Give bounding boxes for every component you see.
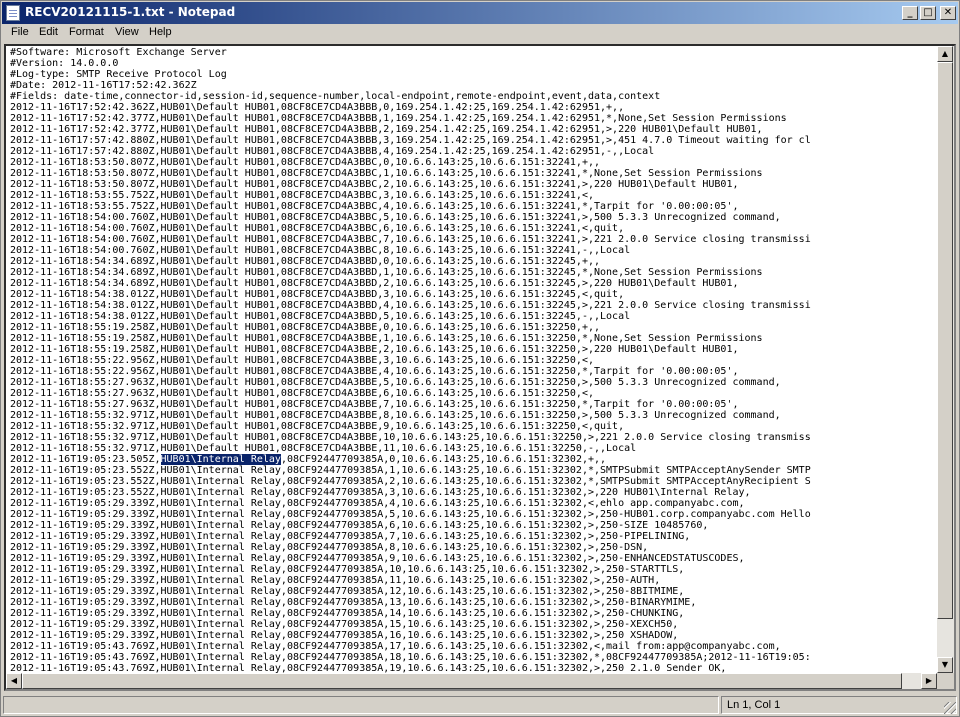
text-line: 2012-11-16T18:53:55.752Z,HUB01\Default H…: [10, 190, 594, 201]
text-line: 2012-11-16T18:55:27.963Z,HUB01\Default H…: [10, 388, 594, 399]
text-line: 2012-11-16T18:54:00.760Z,HUB01\Default H…: [10, 223, 625, 234]
notepad-icon[interactable]: [6, 5, 20, 21]
menu-edit[interactable]: Edit: [39, 26, 58, 38]
text-line: 2012-11-16T18:53:50.807Z,HUB01\Default H…: [10, 179, 739, 190]
text-line: 2012-11-16T18:55:19.258Z,HUB01\Default H…: [10, 344, 739, 355]
text-line: 2012-11-16T18:55:27.963Z,HUB01\Default H…: [10, 377, 781, 388]
menu-file[interactable]: File: [11, 26, 29, 38]
text-line: 2012-11-16T18:55:22.956Z,HUB01\Default H…: [10, 355, 594, 366]
text-line: 2012-11-16T19:05:29.339Z,HUB01\Internal …: [10, 619, 679, 630]
text-line: 2012-11-16T19:05:29.339Z,HUB01\Internal …: [10, 608, 685, 619]
text-line: 2012-11-16T19:05:23.505Z,HUB01\Internal …: [10, 454, 607, 465]
text-line: 2012-11-16T18:55:32.971Z,HUB01\Default H…: [10, 410, 781, 421]
scroll-right-arrow-icon[interactable]: ▶: [921, 673, 937, 689]
horizontal-scroll-thumb[interactable]: [22, 673, 902, 689]
menu-view[interactable]: View: [115, 26, 139, 38]
text-line: 2012-11-16T19:05:29.339Z,HUB01\Internal …: [10, 531, 691, 542]
editor-content[interactable]: #Software: Microsoft Exchange Server #Ver…: [10, 47, 811, 674]
vertical-scroll-thumb[interactable]: [937, 62, 953, 619]
text-line: #Log-type: SMTP Receive Protocol Log: [10, 69, 227, 80]
text-line: 2012-11-16T19:05:29.339Z,HUB01\Internal …: [10, 630, 679, 641]
text-line: 2012-11-16T19:05:23.552Z,HUB01\Internal …: [10, 476, 811, 487]
text-line: #Fields: date-time,connector-id,session-…: [10, 91, 661, 102]
text-line: 2012-11-16T19:05:29.339Z,HUB01\Internal …: [10, 553, 745, 564]
text-line: 2012-11-16T17:52:42.362Z,HUB01\Default H…: [10, 102, 625, 113]
resize-grip-icon[interactable]: [944, 702, 956, 714]
scrollbar-corner: [937, 673, 954, 689]
text-line: 2012-11-16T19:05:29.339Z,HUB01\Internal …: [10, 586, 685, 597]
text-line: 2012-11-16T18:53:50.807Z,HUB01\Default H…: [10, 157, 601, 168]
text-line: 2012-11-16T18:54:34.689Z,HUB01\Default H…: [10, 256, 601, 267]
scroll-left-arrow-icon[interactable]: ◀: [6, 673, 22, 689]
text-line: 2012-11-16T18:53:55.752Z,HUB01\Default H…: [10, 201, 739, 212]
text-line: 2012-11-16T18:53:50.807Z,HUB01\Default H…: [10, 168, 763, 179]
title-bar[interactable]: RECV20121115-1.txt - Notepad _ □ ✕: [2, 2, 958, 24]
horizontal-scrollbar[interactable]: ◀ ▶: [6, 673, 937, 689]
text-line: 2012-11-16T19:05:29.339Z,HUB01\Internal …: [10, 520, 709, 531]
scroll-down-arrow-icon[interactable]: ▼: [937, 657, 953, 673]
text-line: 2012-11-16T18:54:34.689Z,HUB01\Default H…: [10, 267, 763, 278]
text-line: 2012-11-16T19:05:29.339Z,HUB01\Internal …: [10, 498, 745, 509]
menu-format[interactable]: Format: [69, 26, 104, 38]
menu-help[interactable]: Help: [149, 26, 172, 38]
text-line: 2012-11-16T19:05:23.552Z,HUB01\Internal …: [10, 465, 811, 476]
text-line: 2012-11-16T17:57:42.880Z,HUB01\Default H…: [10, 135, 811, 146]
text-line: 2012-11-16T18:55:32.971Z,HUB01\Default H…: [10, 443, 637, 454]
minimize-button[interactable]: _: [902, 6, 918, 20]
text-line: 2012-11-16T17:57:42.880Z,HUB01\Default H…: [10, 146, 655, 157]
close-button[interactable]: ✕: [940, 6, 956, 20]
text-line: #Software: Microsoft Exchange Server: [10, 47, 227, 58]
selected-text: HUB01\Internal Relay: [160, 454, 281, 465]
text-line: 2012-11-16T18:55:27.963Z,HUB01\Default H…: [10, 399, 739, 410]
text-line: 2012-11-16T18:54:38.012Z,HUB01\Default H…: [10, 311, 631, 322]
text-line: 2012-11-16T18:55:19.258Z,HUB01\Default H…: [10, 322, 601, 333]
text-line: 2012-11-16T18:54:00.760Z,HUB01\Default H…: [10, 212, 781, 223]
status-bar: Ln 1, Col 1: [2, 693, 958, 716]
text-line: 2012-11-16T18:54:38.012Z,HUB01\Default H…: [10, 289, 625, 300]
text-editor[interactable]: #Software: Microsoft Exchange Server #Ver…: [4, 44, 956, 691]
text-line: 2012-11-16T17:52:42.377Z,HUB01\Default H…: [10, 124, 763, 135]
text-line: 2012-11-16T19:05:29.339Z,HUB01\Internal …: [10, 564, 685, 575]
maximize-button[interactable]: □: [920, 6, 936, 20]
text-line: 2012-11-16T18:54:34.689Z,HUB01\Default H…: [10, 278, 739, 289]
text-line: #Version: 14.0.0.0: [10, 58, 119, 69]
text-line: 2012-11-16T18:54:00.760Z,HUB01\Default H…: [10, 245, 631, 256]
window-title: RECV20121115-1.txt - Notepad: [25, 5, 236, 19]
text-line: 2012-11-16T19:05:43.769Z,HUB01\Internal …: [10, 652, 811, 663]
text-line: 2012-11-16T18:54:00.760Z,HUB01\Default H…: [10, 234, 811, 245]
menu-bar: File Edit Format View Help: [2, 24, 958, 43]
cursor-position: Ln 1, Col 1: [727, 699, 781, 711]
vertical-scrollbar[interactable]: ▲ ▼: [937, 46, 954, 689]
text-line: 2012-11-16T18:55:19.258Z,HUB01\Default H…: [10, 333, 763, 344]
text-line: 2012-11-16T19:05:29.339Z,HUB01\Internal …: [10, 509, 811, 520]
text-line: 2012-11-16T18:54:38.012Z,HUB01\Default H…: [10, 300, 811, 311]
notepad-window: RECV20121115-1.txt - Notepad _ □ ✕ File …: [0, 0, 960, 717]
scroll-up-arrow-icon[interactable]: ▲: [937, 46, 953, 62]
text-line: #Date: 2012-11-16T17:52:42.362Z: [10, 80, 197, 91]
text-line: 2012-11-16T19:05:29.339Z,HUB01\Internal …: [10, 597, 697, 608]
status-pane-main: [3, 696, 719, 714]
text-line: 2012-11-16T19:05:29.339Z,HUB01\Internal …: [10, 542, 649, 553]
text-line: 2012-11-16T19:05:23.552Z,HUB01\Internal …: [10, 487, 751, 498]
text-line: 2012-11-16T18:55:22.956Z,HUB01\Default H…: [10, 366, 739, 377]
text-line: 2012-11-16T17:52:42.377Z,HUB01\Default H…: [10, 113, 787, 124]
text-line: 2012-11-16T19:05:29.339Z,HUB01\Internal …: [10, 575, 661, 586]
text-line: 2012-11-16T19:05:43.769Z,HUB01\Internal …: [10, 641, 781, 652]
text-line: 2012-11-16T18:55:32.971Z,HUB01\Default H…: [10, 421, 625, 432]
text-line: 2012-11-16T18:55:32.971Z,HUB01\Default H…: [10, 432, 811, 443]
